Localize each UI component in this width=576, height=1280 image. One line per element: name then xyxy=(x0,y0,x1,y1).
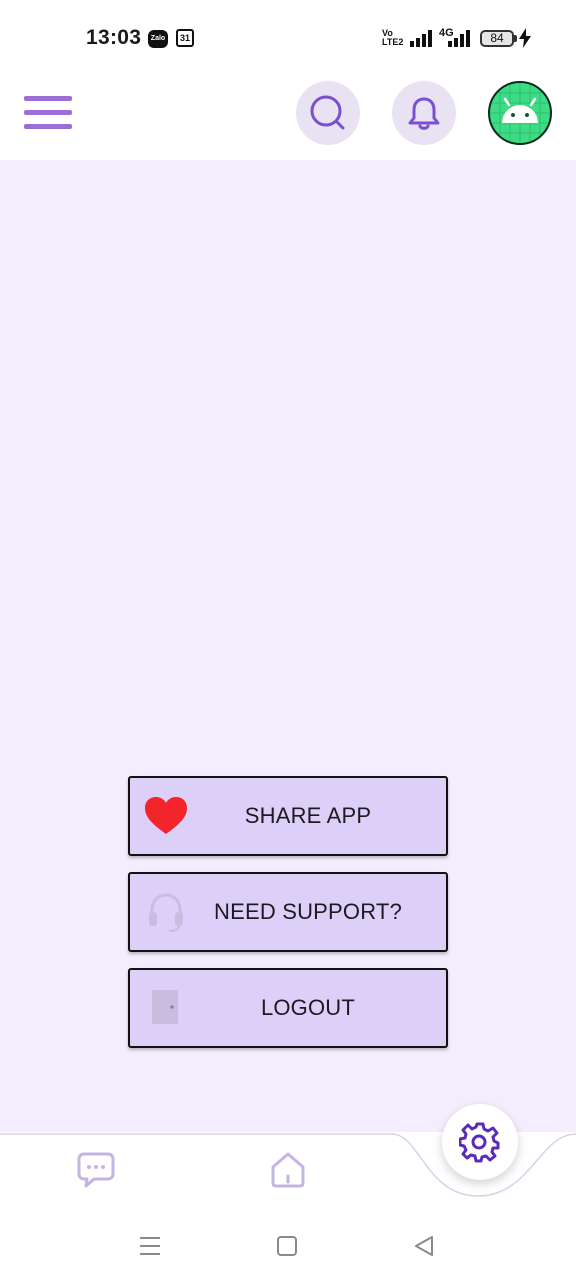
chat-icon xyxy=(77,1152,115,1188)
nav-chat-button[interactable] xyxy=(76,1150,116,1190)
volte-icon: Vo LTE2 xyxy=(382,28,404,47)
need-support-button[interactable]: NEED SUPPORT? xyxy=(128,872,448,952)
zalo-notification-icon: Zalo xyxy=(148,30,168,48)
need-support-label: NEED SUPPORT? xyxy=(213,899,403,924)
settings-icon xyxy=(459,1122,500,1163)
battery-icon: 84 xyxy=(480,30,514,47)
share-app-button[interactable]: SHARE APP xyxy=(128,776,448,856)
logout-button[interactable]: LOGOUT xyxy=(128,968,448,1048)
bell-icon xyxy=(408,97,440,130)
hamburger-icon[interactable] xyxy=(24,96,72,130)
signal-icon xyxy=(410,30,432,47)
system-home-icon[interactable] xyxy=(273,1232,301,1260)
home-icon xyxy=(271,1152,305,1188)
nav-home-button[interactable] xyxy=(268,1150,308,1190)
back-icon[interactable] xyxy=(410,1232,438,1260)
settings-button[interactable] xyxy=(442,1104,518,1180)
app-header xyxy=(0,76,576,160)
calendar-notification-icon: 31 xyxy=(176,29,194,47)
main-content: SHARE APP NEED SUPPORT? LOGOUT xyxy=(0,160,576,1132)
status-bar: 13:03 Zalo 31 Vo LTE2 4G 84 xyxy=(0,0,576,76)
share-app-label: SHARE APP xyxy=(244,803,372,828)
logout-label: LOGOUT xyxy=(260,995,356,1020)
battery-tip xyxy=(514,35,517,42)
charging-icon xyxy=(519,28,531,48)
notifications-button[interactable] xyxy=(392,81,456,145)
search-button[interactable] xyxy=(296,81,360,145)
signal-icon xyxy=(448,30,470,47)
system-nav-bar xyxy=(0,1212,576,1280)
recent-apps-icon[interactable] xyxy=(136,1232,164,1260)
search-icon xyxy=(310,95,345,130)
status-time: 13:03 xyxy=(86,26,142,49)
android-icon xyxy=(490,83,550,143)
bottom-nav xyxy=(0,1100,576,1212)
avatar[interactable] xyxy=(488,81,552,145)
